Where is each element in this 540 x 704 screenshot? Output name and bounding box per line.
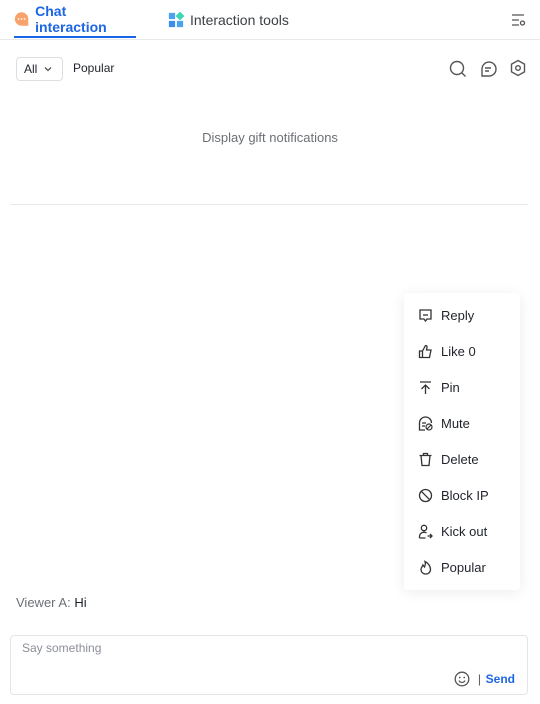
menu-item-mute[interactable]: Mute	[418, 413, 470, 433]
popular-filter[interactable]: Popular	[73, 61, 114, 75]
message-sender: Viewer A:	[16, 595, 71, 610]
send-button[interactable]: Send	[486, 672, 515, 686]
pin-top-icon	[420, 380, 431, 394]
tab-label: Interaction tools	[190, 12, 289, 28]
thumbs-up-icon	[418, 344, 432, 358]
message-input[interactable]	[22, 641, 512, 663]
gift-notice: Display gift notifications	[202, 130, 338, 145]
chat-bubble-icon	[14, 12, 29, 26]
mute-icon	[418, 415, 433, 431]
tab-bar: Chat interaction Interaction tools	[0, 0, 540, 40]
menu-item-popular[interactable]: Popular	[418, 557, 486, 577]
menu-item-delete[interactable]: Delete	[418, 449, 479, 469]
message-icon[interactable]	[479, 60, 497, 78]
menu-item-block-ip[interactable]: Block IP	[418, 485, 489, 505]
chat-message[interactable]: Viewer A: Hi	[16, 595, 87, 610]
separator: |	[477, 672, 481, 686]
tools-grid-icon	[168, 12, 184, 28]
tab-chat-interaction[interactable]: Chat interaction	[14, 0, 136, 38]
menu-item-reply[interactable]: Reply	[418, 305, 474, 325]
search-icon[interactable]	[449, 60, 467, 78]
settings-icon[interactable]	[509, 59, 527, 77]
flame-icon	[420, 559, 432, 575]
block-icon	[418, 488, 433, 502]
filter-selected-value: All	[24, 62, 38, 76]
chevron-down-icon	[44, 67, 52, 72]
menu-item-pin[interactable]: Pin	[418, 377, 460, 397]
emoji-icon[interactable]	[454, 671, 470, 687]
list-settings-icon[interactable]	[510, 12, 526, 28]
divider	[10, 204, 528, 205]
tab-interaction-tools[interactable]: Interaction tools	[168, 0, 289, 40]
trash-icon	[419, 452, 432, 466]
message-context-menu: Reply Like 0 Pin Mute Delete Block IP Ki…	[404, 293, 520, 590]
menu-item-like[interactable]: Like 0	[418, 341, 476, 361]
reply-icon	[419, 308, 432, 322]
message-composer: | Send	[10, 635, 528, 695]
tab-label: Chat interaction	[35, 3, 107, 35]
message-text: Hi	[74, 595, 87, 610]
menu-item-kick-out[interactable]: Kick out	[418, 521, 487, 541]
filter-select[interactable]: All	[16, 57, 63, 81]
kick-user-icon	[418, 524, 433, 539]
